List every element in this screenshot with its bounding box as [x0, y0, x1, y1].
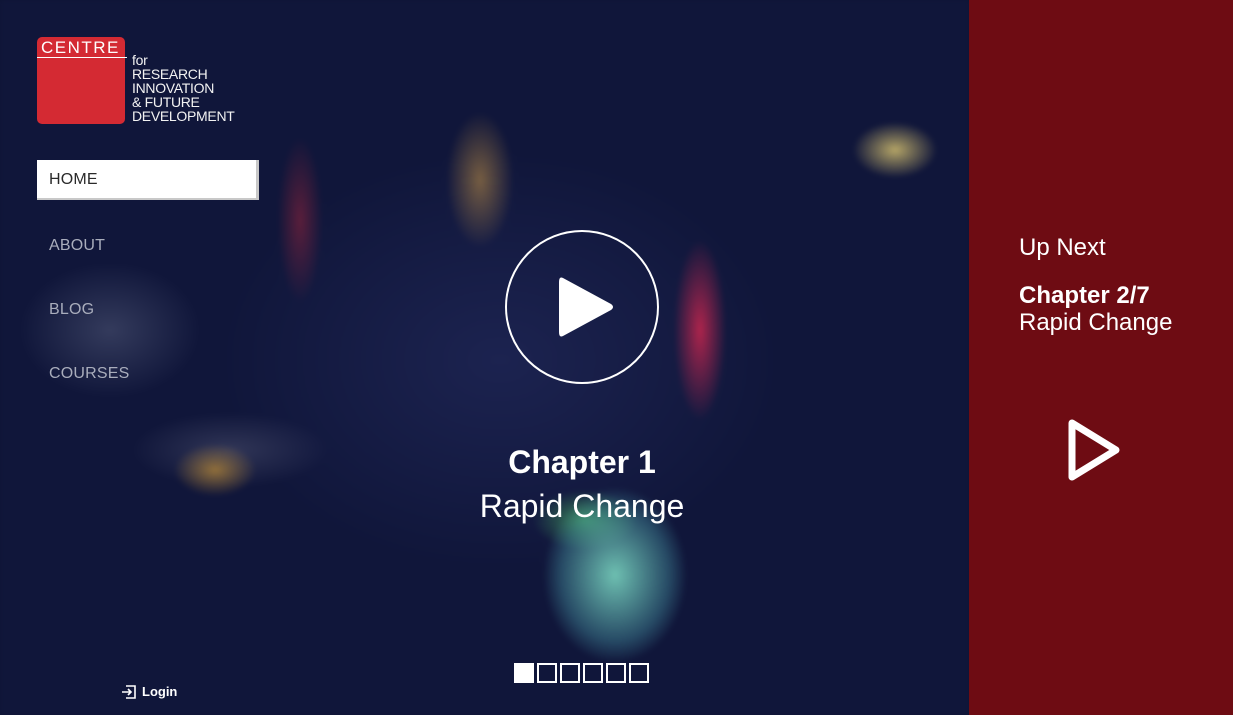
stage: CENTRE for RESEARCH INNOVATION & FUTURE …: [0, 0, 1233, 715]
up-next-heading: Up Next: [1019, 234, 1106, 261]
pager-dot[interactable]: [606, 663, 626, 683]
pager-dot[interactable]: [583, 663, 603, 683]
nav-item-blog[interactable]: BLOG: [37, 290, 259, 330]
play-icon: [559, 277, 613, 337]
next-chapter-number: Chapter 2/7: [1019, 282, 1150, 309]
pager-dot[interactable]: [629, 663, 649, 683]
logo[interactable]: CENTRE for RESEARCH INNOVATION & FUTURE …: [37, 37, 247, 129]
play-outline-icon[interactable]: [1064, 418, 1124, 482]
chapter-pager: [514, 663, 649, 683]
pager-dot[interactable]: [560, 663, 580, 683]
chapter-title: Chapter 1: [508, 444, 656, 480]
nav-item-courses[interactable]: COURSES: [37, 354, 259, 394]
pager-dot[interactable]: [514, 663, 534, 683]
logo-word: CENTRE: [41, 38, 120, 57]
pager-dot[interactable]: [537, 663, 557, 683]
logo-line-5: DEVELOPMENT: [132, 108, 235, 124]
login-label: Login: [142, 684, 178, 699]
logo-line-3: INNOVATION: [132, 80, 215, 96]
play-button[interactable]: [505, 230, 659, 384]
login-icon: [122, 684, 136, 699]
logo-line-1: for: [132, 52, 148, 68]
up-next-panel[interactable]: [969, 0, 1233, 715]
chapter-subtitle: Rapid Change: [479, 488, 685, 524]
logo-text: for RESEARCH INNOVATION & FUTURE DEVELOP…: [132, 53, 235, 123]
nav-item-home[interactable]: HOME: [37, 160, 259, 200]
next-chapter-title: Rapid Change: [1019, 309, 1173, 336]
login-button[interactable]: Login: [121, 684, 177, 699]
logo-line-4: & FUTURE: [132, 94, 200, 110]
logo-divider: [37, 57, 127, 58]
logo-line-2: RESEARCH: [132, 66, 208, 82]
nav-item-about[interactable]: ABOUT: [37, 226, 259, 266]
